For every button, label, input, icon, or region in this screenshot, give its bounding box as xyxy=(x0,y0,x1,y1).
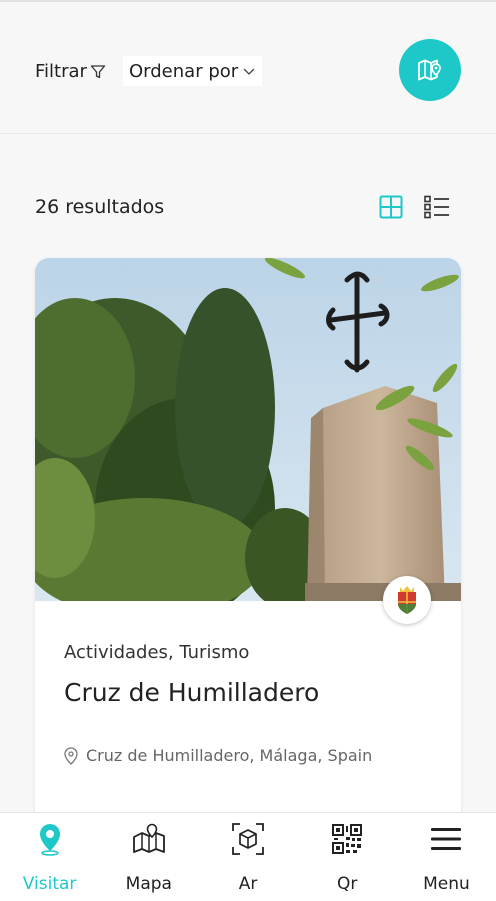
card-title: Cruz de Humilladero xyxy=(64,678,320,707)
nav-label-visitar: Visitar xyxy=(22,874,77,894)
list-view-icon xyxy=(424,195,449,219)
results-count: 26 resultados xyxy=(35,196,165,218)
nav-label-mapa: Mapa xyxy=(125,874,172,894)
map-pin-icon xyxy=(418,59,441,81)
bottom-navigation: Visitar Mapa Ar Qr Menu xyxy=(0,812,496,901)
qr-code-icon xyxy=(332,824,363,854)
ar-cube-icon xyxy=(232,823,264,855)
grid-view-icon xyxy=(379,195,403,219)
map-icon xyxy=(132,823,165,853)
card-location-text: Cruz de Humilladero, Málaga, Spain xyxy=(86,746,373,765)
nav-item-qr[interactable]: Qr xyxy=(298,813,397,901)
sort-dropdown[interactable]: Ordenar por xyxy=(123,56,263,86)
poi-photo xyxy=(35,258,461,601)
map-view-button[interactable] xyxy=(399,39,461,101)
card-categories: Actividades, Turismo xyxy=(64,642,250,663)
nav-label-menu: Menu xyxy=(423,874,470,894)
nav-item-menu[interactable]: Menu xyxy=(397,813,496,901)
card-location: Cruz de Humilladero, Málaga, Spain xyxy=(64,746,372,765)
coat-of-arms-icon xyxy=(398,586,416,614)
hamburger-menu-icon xyxy=(431,828,462,850)
chevron-down-icon xyxy=(243,68,255,75)
municipality-badge xyxy=(383,576,431,624)
nav-item-mapa[interactable]: Mapa xyxy=(99,813,198,901)
nav-label-ar: Ar xyxy=(238,874,258,894)
filter-funnel-icon xyxy=(90,64,106,78)
nav-item-ar[interactable]: Ar xyxy=(198,813,297,901)
nav-label-qr: Qr xyxy=(337,874,358,894)
top-toolbar: Filtrar Ordenar por xyxy=(0,0,496,134)
location-pin-icon xyxy=(64,746,78,765)
poi-card[interactable]: Actividades, Turismo Cruz de Humilladero… xyxy=(35,258,461,838)
location-pin-icon xyxy=(39,824,60,856)
grid-view-button[interactable] xyxy=(379,195,403,223)
sort-label: Ordenar por xyxy=(129,60,239,82)
list-view-button[interactable] xyxy=(424,195,450,223)
filter-button[interactable]: Filtrar xyxy=(35,61,106,82)
filter-label: Filtrar xyxy=(35,61,87,82)
nav-item-visitar[interactable]: Visitar xyxy=(0,813,99,901)
